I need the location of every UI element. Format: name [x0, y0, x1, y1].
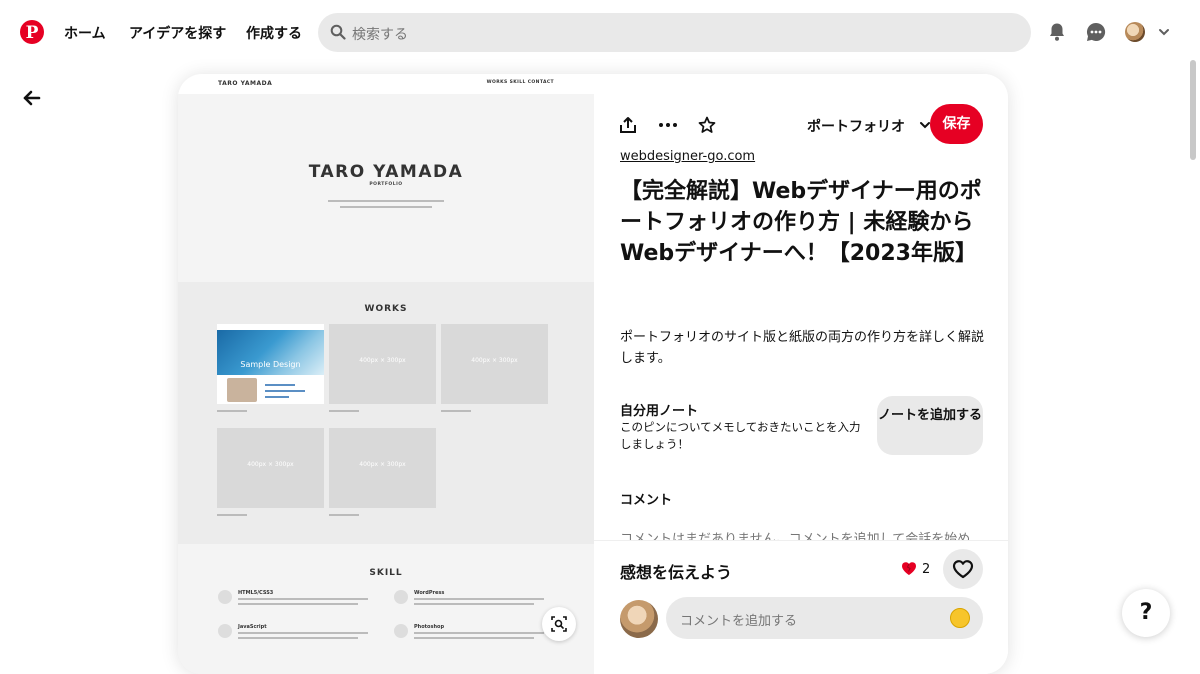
note-text: このピンについてメモしておきたいことを入力しましょう！ [620, 420, 861, 451]
sample-text-line [265, 396, 289, 398]
mockup-thumb: 400px × 300px [217, 428, 324, 508]
skill-text-line [238, 637, 358, 639]
help-button[interactable]: ? [1122, 589, 1170, 637]
top-navigation: P ホーム アイデアを探す 作成する 検索する [0, 0, 1200, 66]
sample-photo [227, 378, 257, 402]
thumb-caption-line [329, 514, 359, 516]
save-button[interactable]: 保存 [930, 104, 983, 144]
pin-closeup-card: TARO YAMADA WORKS SKILL CONTACT TARO YAM… [178, 74, 1008, 674]
user-avatar [620, 600, 658, 638]
skill-name: JavaScript [238, 624, 267, 630]
thumb-label: 400px × 300px [359, 357, 406, 364]
mockup-header: TARO YAMADA WORKS SKILL CONTACT [178, 74, 594, 94]
mockup-hero-subtitle: PORTFOLIO [369, 182, 403, 187]
heart-reaction-icon[interactable] [900, 559, 918, 577]
thumb-label: 400px × 300px [471, 357, 518, 364]
skill-name: Photoshop [414, 624, 445, 630]
pin-description: ポートフォリオのサイト版と紙版の両方の作り方を詳しく解説します。 [620, 330, 985, 366]
comment-input[interactable]: コメントを追加する [666, 597, 983, 639]
skill-text-line [238, 603, 358, 605]
messages-icon[interactable] [1086, 22, 1106, 42]
pin-title: 【完全解説】Webデザイナー用のポートフォリオの作り方 | 未経験からWebデザ… [620, 179, 982, 266]
skill-text-line [414, 632, 544, 634]
note-title: 自分用ノート [620, 404, 699, 419]
skill-text-line [238, 632, 368, 634]
visual-search-button[interactable] [542, 607, 576, 641]
comment-footer: 感想を伝えよう 2 コメントを追加する [594, 540, 1008, 674]
mockup-brand: TARO YAMADA [218, 80, 273, 87]
add-note-button[interactable]: ノートを追加する [877, 396, 983, 455]
pin-details-panel: ポートフォリオ 保存 webdesigner-go.com 【完全解説】Webデ… [594, 74, 1008, 674]
nav-create[interactable]: 作成する [246, 23, 302, 43]
thumb-label: 400px × 300px [359, 461, 406, 468]
skill-text-line [414, 637, 534, 639]
sample-text-line [265, 384, 295, 386]
more-options-icon[interactable] [658, 116, 678, 134]
account-chevron-down-icon[interactable] [1158, 26, 1170, 38]
skill-icon [218, 590, 232, 604]
search-icon [330, 24, 346, 40]
search-input[interactable]: 検索する [318, 13, 1031, 52]
mockup-hero-text-line [328, 200, 444, 202]
star-icon[interactable] [698, 116, 716, 134]
react-button[interactable] [943, 549, 983, 589]
feedback-title: 感想を伝えよう [620, 563, 733, 582]
skill-name: HTML5/CSS3 [238, 590, 274, 596]
skill-icon [394, 624, 408, 638]
mockup-menu: WORKS SKILL CONTACT [486, 80, 554, 85]
comments-title: コメント [620, 493, 673, 508]
back-arrow-icon[interactable] [22, 88, 42, 108]
mockup-thumb-sample: Sample Design [217, 324, 324, 404]
mockup-hero-text-line [340, 206, 432, 208]
thumb-label: 400px × 300px [247, 461, 294, 468]
heart-outline-icon [952, 560, 974, 579]
sample-text-line [265, 390, 305, 392]
visual-search-icon [551, 616, 567, 632]
thumb-caption-line [217, 514, 247, 516]
search-placeholder: 検索する [352, 27, 408, 43]
thumb-caption-line [329, 410, 359, 412]
mockup-works-section: WORKS Sample Design 400px × 300px 400px … [178, 282, 594, 544]
nav-explore[interactable]: アイデアを探す [129, 23, 226, 43]
mockup-hero-title: TARO YAMADA [308, 162, 464, 182]
emoji-picker-icon[interactable] [950, 608, 970, 628]
mockup-hero [178, 94, 594, 280]
page-scrollbar[interactable] [1190, 60, 1196, 160]
pin-image[interactable]: TARO YAMADA WORKS SKILL CONTACT TARO YAM… [178, 74, 594, 674]
skill-text-line [238, 598, 368, 600]
board-selector[interactable]: ポートフォリオ [807, 116, 905, 136]
notifications-bell-icon[interactable] [1047, 22, 1067, 42]
nav-home[interactable]: ホーム [64, 23, 106, 43]
source-link[interactable]: webdesigner-go.com [620, 149, 755, 164]
comment-placeholder: コメントを追加する [680, 614, 798, 629]
skill-text-line [414, 598, 544, 600]
mockup-works-title: WORKS [364, 304, 408, 314]
skill-icon [394, 590, 408, 604]
thumb-caption-line [441, 410, 471, 412]
mockup-thumb: 400px × 300px [329, 428, 436, 508]
pinterest-logo-icon[interactable]: P [20, 20, 44, 44]
sample-label: Sample Design [240, 360, 301, 369]
skill-text-line [414, 603, 534, 605]
skill-name: WordPress [414, 590, 445, 596]
mockup-skill-title: SKILL [369, 568, 403, 578]
skill-icon [218, 624, 232, 638]
share-icon[interactable] [619, 116, 637, 134]
svg-text:P: P [26, 23, 39, 43]
mockup-thumb: 400px × 300px [329, 324, 436, 404]
mockup-thumb: 400px × 300px [441, 324, 548, 404]
thumb-caption-line [217, 410, 247, 412]
reaction-count: 2 [922, 562, 931, 577]
profile-avatar[interactable] [1125, 22, 1145, 42]
